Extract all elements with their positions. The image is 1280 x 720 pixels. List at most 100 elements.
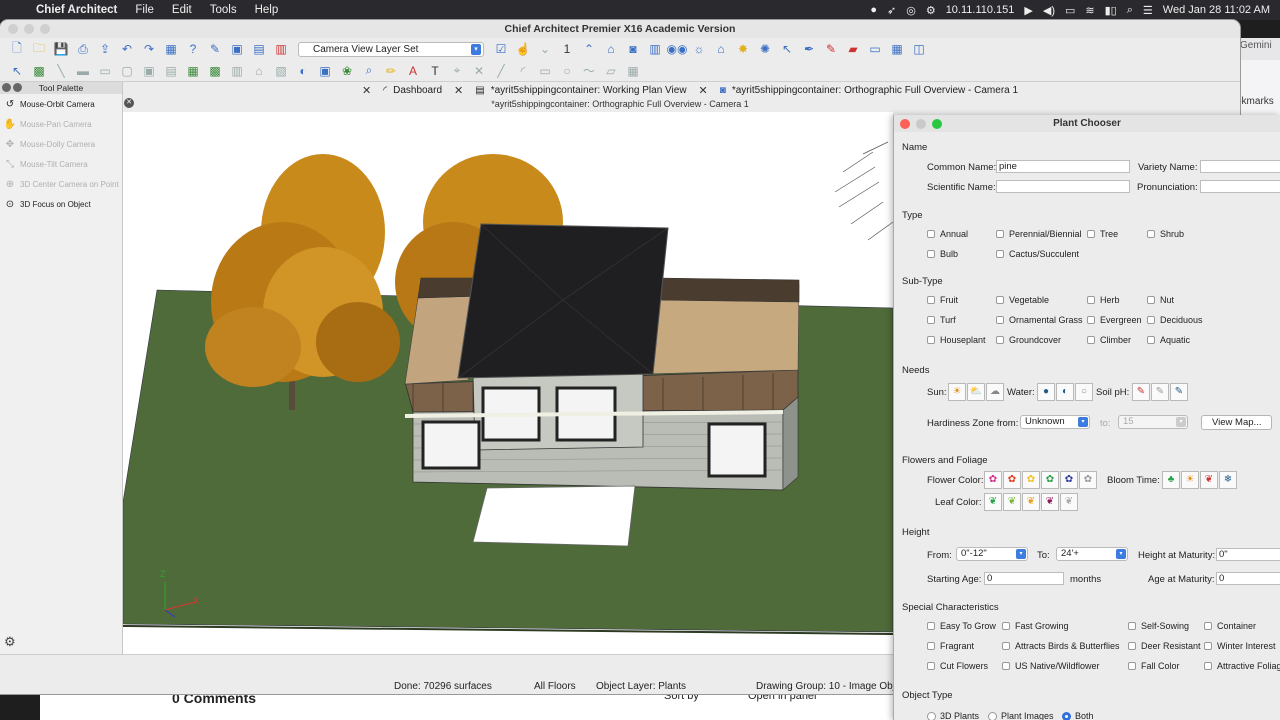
subtype-houseplant-checkbox[interactable]: Houseplant — [927, 335, 986, 345]
print-icon[interactable]: ⎙ — [74, 40, 92, 58]
zoom-icon[interactable]: ⌕ — [360, 62, 378, 80]
special-fragrant-checkbox[interactable]: Fragrant — [927, 641, 974, 651]
variety-name-input[interactable] — [1200, 160, 1280, 173]
shade-icon[interactable]: ☁ — [986, 383, 1004, 401]
floor-number[interactable]: 1 — [558, 40, 576, 58]
help-icon[interactable]: ? — [184, 40, 202, 58]
special-winter-checkbox[interactable]: Winter Interest — [1204, 641, 1276, 651]
red-flower-icon[interactable]: ✿ — [1003, 471, 1021, 489]
gemini-label[interactable]: Gemini — [1240, 40, 1272, 51]
alkaline-soil-icon[interactable]: ✎ — [1170, 383, 1188, 401]
save-icon[interactable]: 💾 — [52, 40, 70, 58]
neutral-soil-icon[interactable]: ✎ — [1151, 383, 1169, 401]
object-icon[interactable]: ▣ — [316, 62, 334, 80]
polygon-icon[interactable]: ▱ — [602, 62, 620, 80]
part-sun-icon[interactable]: ⛅ — [967, 383, 985, 401]
light-green-leaf-icon[interactable]: ❦ — [1003, 493, 1021, 511]
green-flower-icon[interactable]: ✿ — [1041, 471, 1059, 489]
play-icon[interactable]: ▶ — [1024, 4, 1032, 17]
wifi-icon[interactable]: ≋ — [1085, 4, 1094, 17]
variegated-leaf-icon[interactable]: ❦ — [1060, 493, 1078, 511]
accessibility-icon[interactable]: ◎ — [906, 4, 916, 17]
close-tab-icon[interactable]: ✕ — [699, 84, 708, 97]
hardiness-to-select[interactable]: 15 ▾ — [1118, 415, 1188, 429]
sparkle-icon[interactable]: ✺ — [756, 40, 774, 58]
common-name-input[interactable]: pine — [996, 160, 1130, 173]
zoom-window-icon[interactable] — [40, 24, 50, 34]
new-icon[interactable]: 🗋 — [8, 40, 26, 58]
bookmarks-label[interactable]: okmarks — [1236, 96, 1274, 107]
ruler-icon[interactable]: ✏ — [382, 62, 400, 80]
close-dialog-icon[interactable] — [900, 119, 910, 129]
window-tool-icon[interactable]: ▤ — [162, 62, 180, 80]
undo-icon[interactable]: ↶ — [118, 40, 136, 58]
fence-icon[interactable]: ⌂ — [250, 62, 268, 80]
text-arrow-icon[interactable]: A — [404, 62, 422, 80]
special-native-checkbox[interactable]: US Native/Wildflower — [1002, 661, 1100, 671]
subtype-evergreen-checkbox[interactable]: Evergreen — [1087, 315, 1142, 325]
door-icon[interactable]: ▣ — [140, 62, 158, 80]
battery-icon[interactable]: ▮▯ — [1105, 4, 1117, 17]
minimize-dialog-icon[interactable] — [916, 119, 926, 129]
height-to-select[interactable]: 24'+ ▾ — [1056, 547, 1128, 561]
clock[interactable]: Wed Jan 28 11:02 AM — [1163, 4, 1270, 16]
calculator-icon[interactable]: ▦ — [162, 40, 180, 58]
library-icon[interactable]: ◐ — [294, 62, 312, 80]
blue-flower-icon[interactable]: ✿ — [1060, 471, 1078, 489]
low-water-icon[interactable]: ○ — [1075, 383, 1093, 401]
deck-icon[interactable]: ▩ — [206, 62, 224, 80]
camera-icon[interactable]: ◙ — [624, 40, 642, 58]
dropper-icon[interactable]: ✒ — [800, 40, 818, 58]
special-deer-checkbox[interactable]: Deer Resistant — [1128, 641, 1201, 651]
type-bulb-checkbox[interactable]: Bulb — [927, 249, 958, 259]
white-flower-icon[interactable]: ✿ — [1079, 471, 1097, 489]
tab-orthographic[interactable]: ✕ ◙ *ayrit5shippingcontainer: Orthograph… — [697, 84, 1029, 97]
type-tree-checkbox[interactable]: Tree — [1087, 229, 1118, 239]
age-maturity-input[interactable]: 0 — [1216, 572, 1280, 585]
binoculars-icon[interactable]: ◉◉ — [667, 40, 688, 58]
type-cactus-checkbox[interactable]: Cactus/Succulent — [996, 249, 1079, 259]
subtype-vegetable-checkbox[interactable]: Vegetable — [996, 295, 1049, 305]
subtype-ornamental-grass-checkbox[interactable]: Ornamental Grass — [996, 315, 1083, 325]
volume-icon[interactable]: ◀) — [1043, 4, 1055, 17]
3d-camera-view[interactable]: Z X — [123, 112, 893, 654]
type-annual-checkbox[interactable]: Annual — [927, 229, 968, 239]
summer-icon[interactable]: ☀ — [1181, 471, 1199, 489]
polyline-icon[interactable]: 〜 — [580, 62, 598, 80]
palette-item-tilt[interactable]: ⤡ Mouse-Tilt Camera — [0, 154, 122, 174]
scientific-name-input[interactable] — [996, 180, 1130, 193]
close-window-icon[interactable] — [8, 24, 18, 34]
green-leaf-icon[interactable]: ❦ — [984, 493, 1002, 511]
subtype-climber-checkbox[interactable]: Climber — [1087, 335, 1131, 345]
medium-water-icon[interactable]: ◐ — [1056, 383, 1074, 401]
high-water-icon[interactable]: ● — [1037, 383, 1055, 401]
special-fall-color-checkbox[interactable]: Fall Color — [1128, 661, 1180, 671]
palette-item-pan[interactable]: ✋ Mouse-Pan Camera — [0, 114, 122, 134]
yellow-leaf-icon[interactable]: ❦ — [1022, 493, 1040, 511]
starting-age-input[interactable]: 0 — [984, 572, 1064, 585]
subtype-turf-checkbox[interactable]: Turf — [927, 315, 956, 325]
x-icon[interactable]: ✕ — [470, 62, 488, 80]
pronunciation-input[interactable] — [1200, 180, 1280, 193]
palette-item-center[interactable]: ⊕ 3D Center Camera on Point — [0, 174, 122, 194]
record-icon[interactable]: ● — [870, 4, 877, 16]
subtype-fruit-checkbox[interactable]: Fruit — [927, 295, 958, 305]
down-arrow-icon[interactable]: ⌄ — [536, 40, 554, 58]
zoom-dialog-icon[interactable] — [932, 119, 942, 129]
control-center-icon[interactable]: ☰ — [1143, 4, 1153, 17]
arc-icon[interactable]: ◜ — [514, 62, 532, 80]
menu-help[interactable]: Help — [246, 4, 288, 16]
layer-set-select[interactable]: Camera View Layer Set ▾ — [298, 41, 484, 57]
grid-icon[interactable]: ▦ — [624, 62, 642, 80]
search-icon[interactable]: ⌕ — [1127, 4, 1133, 17]
app-menu[interactable]: Chief Architect — [36, 4, 126, 16]
subtype-groundcover-checkbox[interactable]: Groundcover — [996, 335, 1061, 345]
window-icon[interactable]: ▭ — [866, 40, 884, 58]
object-type-images-radio[interactable]: Plant Images — [988, 711, 1054, 720]
eraser-icon[interactable]: ▰ — [844, 40, 862, 58]
roof-icon[interactable]: ⌂ — [712, 40, 730, 58]
object-type-3d-radio[interactable]: 3D Plants — [927, 711, 979, 720]
type-perennial-checkbox[interactable]: Perennial/Biennial — [996, 229, 1082, 239]
palette-item-dolly[interactable]: ✥ Mouse-Dolly Camera — [0, 134, 122, 154]
house-icon[interactable]: ⌂ — [602, 40, 620, 58]
